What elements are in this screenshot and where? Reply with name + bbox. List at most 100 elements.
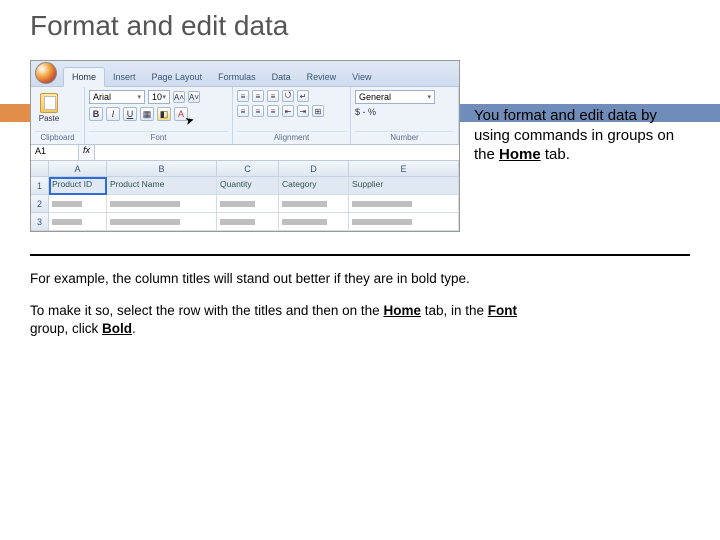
placeholder-icon bbox=[352, 219, 412, 225]
tab-page-layout[interactable]: Page Layout bbox=[144, 68, 211, 86]
group-font: Arial▾ 10▾ A˄ A˅ B I U ▦ ◧ A➤ bbox=[85, 87, 233, 144]
increase-font-icon[interactable]: A˄ bbox=[173, 91, 185, 103]
table-row: 1 Product ID Product Name Quantity Categ… bbox=[31, 177, 459, 195]
group-label-font: Font bbox=[89, 131, 228, 144]
col-header-C[interactable]: C bbox=[217, 161, 279, 177]
align-left-icon[interactable]: ≡ bbox=[237, 105, 249, 117]
chevron-down-icon: ▾ bbox=[137, 93, 141, 101]
formula-input[interactable] bbox=[95, 145, 459, 160]
row-header-1[interactable]: 1 bbox=[31, 177, 49, 195]
placeholder-icon bbox=[352, 201, 412, 207]
align-bottom-icon[interactable]: ≡ bbox=[267, 90, 279, 102]
cell-B1[interactable]: Product Name bbox=[107, 177, 217, 195]
row-header-3[interactable]: 3 bbox=[31, 213, 49, 231]
align-middle-icon[interactable]: ≡ bbox=[252, 90, 264, 102]
cell-D3[interactable] bbox=[279, 213, 349, 231]
decor-orange-bar bbox=[0, 104, 30, 122]
group-alignment: ≡ ≡ ≡ ⭯ ↵ ≡ ≡ ≡ ⇤ ⇥ ⊞ bbox=[233, 87, 351, 144]
paste-button[interactable]: Paste bbox=[35, 90, 63, 126]
cell-D1[interactable]: Category bbox=[279, 177, 349, 195]
para2-c: tab, in the bbox=[421, 303, 488, 318]
ribbon: Paste Clipboard Arial▾ 10▾ A˄ A˅ B bbox=[31, 87, 459, 145]
group-label-number: Number bbox=[355, 131, 454, 144]
cell-E3[interactable] bbox=[349, 213, 459, 231]
tab-review[interactable]: Review bbox=[299, 68, 345, 86]
group-number: General ▾ $ - % Number bbox=[351, 87, 459, 144]
cell-A2[interactable] bbox=[49, 195, 107, 213]
tab-data[interactable]: Data bbox=[264, 68, 299, 86]
increase-indent-icon[interactable]: ⇥ bbox=[297, 105, 309, 117]
number-buttons[interactable]: $ - % bbox=[355, 107, 454, 117]
align-top-icon[interactable]: ≡ bbox=[237, 90, 249, 102]
col-header-B[interactable]: B bbox=[107, 161, 217, 177]
placeholder-icon bbox=[110, 219, 180, 225]
excel-screenshot: Home Insert Page Layout Formulas Data Re… bbox=[30, 60, 460, 232]
chevron-down-icon: ▾ bbox=[427, 93, 431, 101]
name-box[interactable]: A1 bbox=[31, 145, 79, 160]
cell-B2[interactable] bbox=[107, 195, 217, 213]
tab-insert[interactable]: Insert bbox=[105, 68, 144, 86]
number-format-value: General bbox=[359, 92, 391, 102]
cell-D2[interactable] bbox=[279, 195, 349, 213]
fill-color-icon[interactable]: ◧ bbox=[157, 107, 171, 121]
placeholder-icon bbox=[220, 219, 255, 225]
cell-E1[interactable]: Supplier bbox=[349, 177, 459, 195]
slide: Format and edit data Home Insert Page La… bbox=[0, 0, 720, 540]
tab-formulas[interactable]: Formulas bbox=[210, 68, 264, 86]
paragraph-2: To make it so, select the row with the t… bbox=[30, 302, 550, 338]
content-row: Home Insert Page Layout Formulas Data Re… bbox=[30, 60, 690, 232]
table-row: 2 bbox=[31, 195, 459, 213]
italic-button[interactable]: I bbox=[106, 107, 120, 121]
number-format-select[interactable]: General ▾ bbox=[355, 90, 435, 104]
formula-bar: A1 fx bbox=[31, 145, 459, 161]
cell-A1[interactable]: Product ID bbox=[49, 177, 107, 195]
placeholder-icon bbox=[52, 219, 82, 225]
col-header-E[interactable]: E bbox=[349, 161, 459, 177]
select-all-corner[interactable] bbox=[31, 161, 49, 177]
para2-e: group, click bbox=[30, 321, 102, 336]
font-name-value: Arial bbox=[93, 92, 111, 102]
align-right-icon[interactable]: ≡ bbox=[267, 105, 279, 117]
align-center-icon[interactable]: ≡ bbox=[252, 105, 264, 117]
para2-bold: Bold bbox=[102, 321, 132, 336]
font-size-value: 10 bbox=[152, 92, 162, 102]
col-header-A[interactable]: A bbox=[49, 161, 107, 177]
font-size-select[interactable]: 10▾ bbox=[148, 90, 170, 104]
side-text: You format and edit data by using comman… bbox=[474, 106, 690, 232]
paragraph-1: For example, the column titles will stan… bbox=[30, 270, 550, 288]
fx-icon[interactable]: fx bbox=[79, 145, 95, 160]
chevron-down-icon: ▾ bbox=[162, 93, 166, 101]
cell-E2[interactable] bbox=[349, 195, 459, 213]
orientation-icon[interactable]: ⭯ bbox=[282, 90, 294, 102]
decrease-font-icon[interactable]: A˅ bbox=[188, 91, 200, 103]
cell-C2[interactable] bbox=[217, 195, 279, 213]
wrap-text-icon[interactable]: ↵ bbox=[297, 90, 309, 102]
para2-g: . bbox=[132, 321, 136, 336]
para2-home: Home bbox=[383, 303, 421, 318]
cell-B3[interactable] bbox=[107, 213, 217, 231]
row-header-2[interactable]: 2 bbox=[31, 195, 49, 213]
font-color-icon[interactable]: A➤ bbox=[174, 107, 188, 121]
cell-C3[interactable] bbox=[217, 213, 279, 231]
underline-button[interactable]: U bbox=[123, 107, 137, 121]
border-icon[interactable]: ▦ bbox=[140, 107, 154, 121]
col-header-D[interactable]: D bbox=[279, 161, 349, 177]
office-button-icon[interactable] bbox=[35, 62, 57, 84]
decrease-indent-icon[interactable]: ⇤ bbox=[282, 105, 294, 117]
group-label-clipboard: Clipboard bbox=[35, 131, 80, 144]
tab-view[interactable]: View bbox=[344, 68, 379, 86]
para2-a: To make it so, select the row with the t… bbox=[30, 303, 383, 318]
merge-icon[interactable]: ⊞ bbox=[312, 105, 324, 117]
worksheet-grid: A B C D E 1 Product ID Product Name Quan… bbox=[31, 161, 459, 231]
bold-button[interactable]: B bbox=[89, 107, 103, 121]
font-name-select[interactable]: Arial ▾ bbox=[89, 90, 145, 104]
cell-C1[interactable]: Quantity bbox=[217, 177, 279, 195]
placeholder-icon bbox=[110, 201, 180, 207]
para2-font: Font bbox=[488, 303, 517, 318]
placeholder-icon bbox=[220, 201, 255, 207]
cursor-icon: ➤ bbox=[183, 113, 195, 128]
paste-label: Paste bbox=[39, 114, 59, 123]
cell-A3[interactable] bbox=[49, 213, 107, 231]
group-label-alignment: Alignment bbox=[237, 131, 346, 144]
tab-home[interactable]: Home bbox=[63, 67, 105, 87]
